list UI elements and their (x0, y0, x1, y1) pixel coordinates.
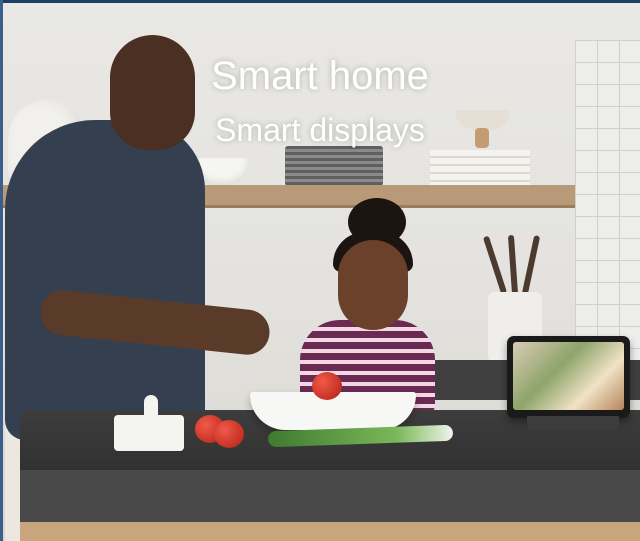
counter-edge (20, 470, 640, 525)
shelf-stack (430, 150, 530, 185)
utensil (521, 235, 541, 295)
girl-hair-bun (348, 198, 406, 246)
tomato (214, 420, 244, 448)
top-border (0, 0, 640, 3)
counter-base (20, 522, 640, 541)
tomato (312, 372, 342, 400)
smart-display-stand (527, 416, 619, 430)
mortar (114, 415, 184, 451)
smart-display-screen (513, 342, 624, 410)
shelf-plates (285, 146, 383, 186)
girl-head (338, 240, 408, 330)
utensil (482, 235, 508, 295)
subcategory-title[interactable]: Smart displays (0, 110, 640, 150)
utensil (507, 234, 519, 296)
category-title[interactable]: Smart home (0, 52, 640, 100)
man-figure (5, 120, 205, 440)
smart-displays-banner[interactable]: Smart home Smart displays (0, 0, 640, 541)
